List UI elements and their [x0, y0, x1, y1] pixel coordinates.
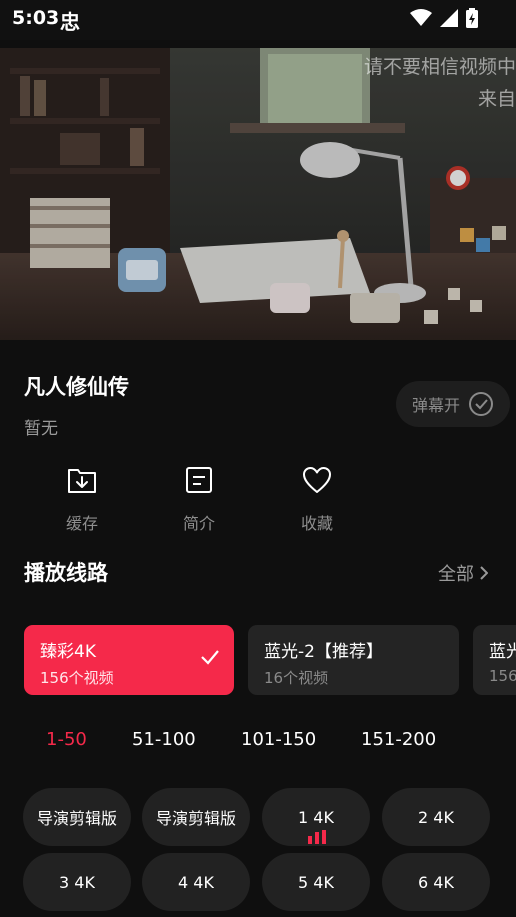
video-player[interactable]: 请不要相信视频中 来自: [0, 48, 516, 340]
danmaku-comment: 请不要相信视频中: [363, 56, 516, 78]
check-circle-icon: [469, 392, 493, 416]
wifi-icon: [410, 9, 432, 26]
intro-label: 简介: [182, 514, 215, 533]
check-icon: [201, 650, 219, 665]
episode-button[interactable]: 导演剪辑版: [142, 788, 250, 846]
episode-button[interactable]: 6 4K: [382, 853, 490, 911]
episode-button[interactable]: 4 4K: [142, 853, 250, 911]
source-card[interactable]: 臻彩4K 156个视频: [24, 625, 234, 695]
episode-label: 2 4K: [418, 807, 454, 827]
status-time: 5:03: [12, 7, 60, 29]
episode-button[interactable]: 2 4K: [382, 788, 490, 846]
source-card[interactable]: 蓝光-2【推荐】 16个视频: [248, 625, 459, 695]
episode-button[interactable]: 导演剪辑版: [23, 788, 131, 846]
video-title: 凡人修仙传: [24, 375, 129, 399]
source-card[interactable]: 蓝光 156: [473, 625, 516, 695]
favorite-label: 收藏: [300, 514, 333, 533]
episode-label: 1 4K: [298, 807, 334, 827]
view-all-link[interactable]: 全部: [438, 560, 488, 586]
source-name: 蓝光: [489, 642, 516, 662]
intro-button[interactable]: 简介: [159, 464, 239, 534]
episode-label: 导演剪辑版: [155, 809, 236, 828]
range-tab[interactable]: 151-200: [361, 729, 436, 750]
range-tab[interactable]: 51-100: [132, 729, 196, 750]
status-icons: [410, 8, 478, 28]
source-name: 蓝光-2【推荐】: [264, 642, 383, 662]
danmaku-comment: 来自: [477, 88, 516, 110]
video-subtitle: 暂无: [24, 419, 58, 439]
video-frame: [0, 48, 516, 340]
favorite-button[interactable]: 收藏: [277, 464, 357, 534]
info-icon: [186, 467, 212, 493]
episode-label: 5 4K: [298, 872, 334, 892]
source-count: 16个视频: [264, 669, 329, 687]
signal-icon: [440, 9, 458, 27]
heart-icon: [303, 467, 331, 493]
source-count: 156个视频: [40, 669, 114, 687]
status-bar: 5:03 忠: [0, 0, 516, 40]
section-title: 播放线路: [24, 561, 108, 585]
episode-label: 导演剪辑版: [36, 809, 117, 828]
chevron-right-icon: [480, 566, 488, 580]
range-tab[interactable]: 1-50: [46, 729, 87, 750]
range-tab[interactable]: 101-150: [241, 729, 316, 750]
cache-label: 缓存: [65, 514, 98, 533]
notification-app-icon: 忠: [60, 10, 80, 34]
episode-button-playing[interactable]: 1 4K: [262, 788, 370, 846]
danmaku-toggle-label: 弹幕开: [411, 396, 460, 415]
episode-button[interactable]: 3 4K: [23, 853, 131, 911]
battery-icon: [466, 8, 478, 28]
source-count: 156: [489, 667, 516, 685]
download-icon: [68, 469, 96, 493]
episode-label: 6 4K: [418, 872, 454, 892]
danmaku-toggle-button[interactable]: 弹幕开: [396, 381, 510, 427]
episode-label: 4 4K: [178, 872, 214, 892]
cache-button[interactable]: 缓存: [42, 464, 122, 534]
episode-button[interactable]: 5 4K: [262, 853, 370, 911]
episode-label: 3 4K: [59, 872, 95, 892]
playing-equalizer-icon: [308, 830, 326, 844]
source-name: 臻彩4K: [40, 642, 96, 662]
view-all-label: 全部: [438, 564, 474, 585]
